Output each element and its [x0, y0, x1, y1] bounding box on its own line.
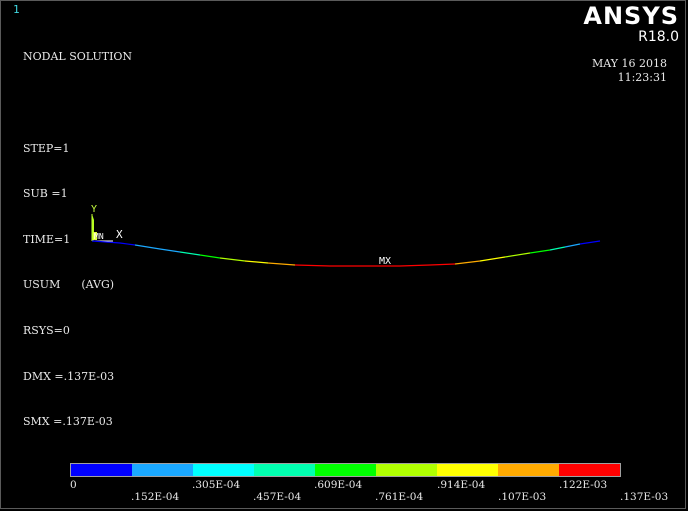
- triad-y-label: Y: [91, 204, 97, 215]
- legend-bottom-label: .761E-04: [375, 491, 424, 503]
- legend-color-band: [437, 464, 498, 476]
- beam-segment: [529, 249, 551, 254]
- legend-top-label: .122E-03: [559, 479, 608, 491]
- legend-color-band: [315, 464, 376, 476]
- model-viewport[interactable]: Y X MN MX: [0, 0, 688, 511]
- legend-top-label: .305E-04: [192, 479, 241, 491]
- legend-top-label: .914E-04: [437, 479, 486, 491]
- beam-segment: [199, 254, 221, 259]
- legend-color-band: [254, 464, 315, 476]
- deformed-beam: [91, 240, 601, 267]
- beam-segment: [91, 240, 136, 246]
- beam-segment: [549, 246, 566, 251]
- beam-segment: [244, 260, 269, 264]
- legend-bottom-label: .152E-04: [131, 491, 180, 503]
- beam-segment: [179, 251, 201, 256]
- contour-legend-bar: [70, 463, 621, 477]
- beam-segment: [134, 244, 181, 253]
- beam-segment: [479, 256, 506, 262]
- legend-color-band: [559, 464, 620, 476]
- beam-segment: [219, 257, 246, 262]
- beam-segment: [267, 262, 296, 266]
- beam-segment: [454, 260, 481, 265]
- max-marker-label: MX: [379, 256, 391, 267]
- triad-x-label: X: [116, 228, 123, 241]
- beam-segment: [504, 252, 531, 258]
- coordinate-triad: Y X MN: [91, 204, 123, 242]
- legend-top-label: 0: [70, 479, 77, 491]
- legend-color-band: [71, 464, 132, 476]
- beam-segment: [564, 243, 581, 248]
- beam-segment: [579, 240, 601, 245]
- legend-top-label: .609E-04: [314, 479, 363, 491]
- beam-segment: [294, 263, 456, 267]
- min-marker-label: MN: [94, 232, 104, 241]
- legend-bottom-label: .137E-03: [620, 491, 669, 503]
- legend-color-band: [193, 464, 254, 476]
- legend-color-band: [132, 464, 193, 476]
- legend-bottom-label: .457E-04: [253, 491, 302, 503]
- legend-color-band: [376, 464, 437, 476]
- legend-color-band: [498, 464, 559, 476]
- legend-bottom-label: .107E-03: [498, 491, 547, 503]
